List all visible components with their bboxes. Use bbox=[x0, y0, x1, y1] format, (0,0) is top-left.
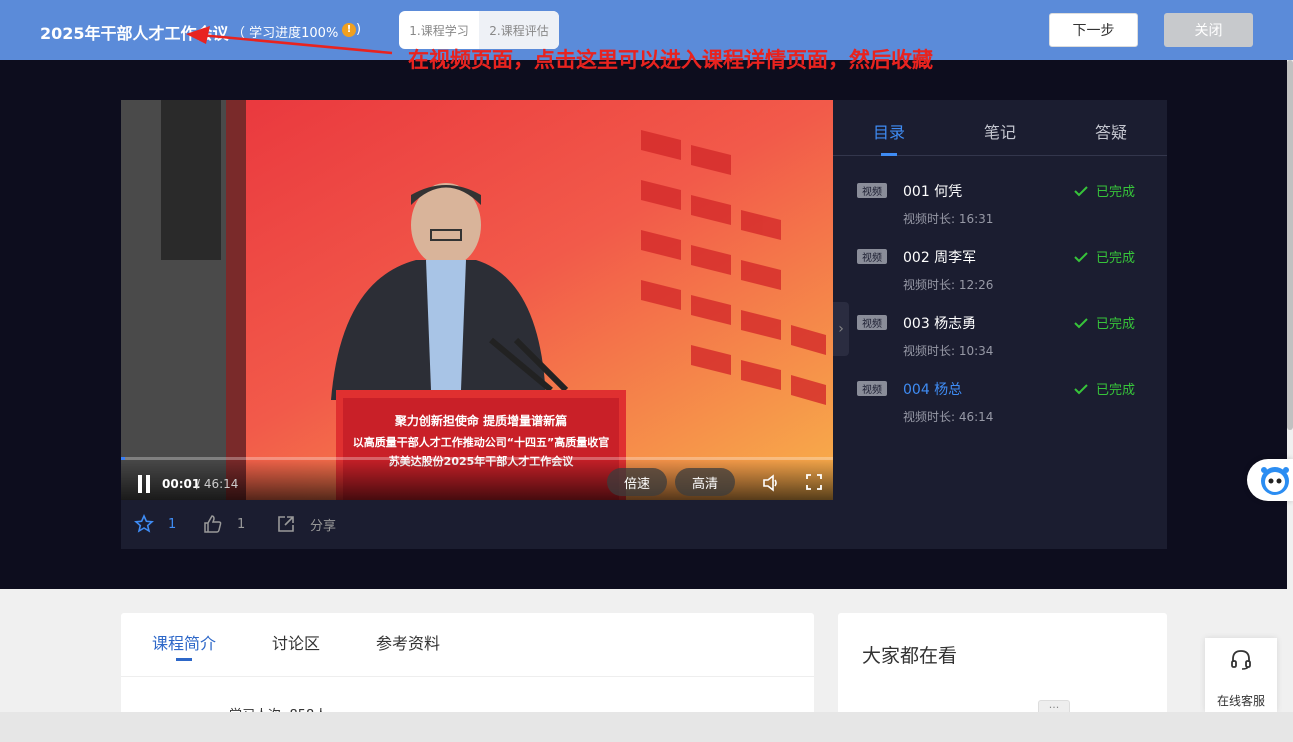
completed-status: 已完成 bbox=[1074, 247, 1135, 266]
course-title[interactable]: 2025年干部人才工作会议 bbox=[40, 20, 229, 44]
volume-icon[interactable] bbox=[761, 473, 781, 493]
favorite-count: 1 bbox=[168, 516, 177, 532]
robot-icon bbox=[1261, 467, 1289, 495]
video-frame-image: 聚力创新担使命 提质增量谱新篇 以高质量干部人才工作推动公司“十四五”高质量收官… bbox=[121, 100, 833, 500]
current-time: 00:01 bbox=[162, 477, 201, 491]
headset-icon bbox=[1231, 650, 1251, 670]
online-service-button[interactable]: 在线客服 bbox=[1205, 638, 1277, 712]
playlist-item-duration: 视频时长: 12:26 bbox=[903, 278, 994, 292]
completed-label: 已完成 bbox=[1096, 185, 1136, 200]
tab-references[interactable]: 参考资料 bbox=[376, 630, 440, 654]
video-player[interactable]: 聚力创新担使命 提质增量谱新篇 以高质量干部人才工作推动公司“十四五”高质量收官… bbox=[121, 100, 833, 500]
bottom-scrollbar[interactable] bbox=[0, 712, 1293, 742]
like-count: 1 bbox=[237, 516, 246, 532]
tab-course-intro[interactable]: 课程简介 bbox=[152, 630, 216, 654]
completed-status: 已完成 bbox=[1074, 313, 1135, 332]
playlist-item-title[interactable]: 003 杨志勇 bbox=[903, 313, 976, 333]
collapse-panel-button[interactable]: › bbox=[833, 302, 849, 356]
share-icon bbox=[278, 516, 294, 532]
video-badge: 视频 bbox=[857, 249, 887, 264]
check-icon bbox=[1074, 185, 1088, 196]
video-progress-fill[interactable] bbox=[121, 457, 125, 460]
progress-text-end: ) bbox=[356, 22, 362, 37]
share-label: 分享 bbox=[310, 518, 337, 534]
popular-title: 大家都在看 bbox=[862, 645, 958, 667]
pause-icon[interactable] bbox=[137, 475, 151, 493]
playlist-item-title[interactable]: 002 周李军 bbox=[903, 247, 976, 267]
playlist-panel: 目录 笔记 答疑 视频 001 何凭 已完成 视频时长: 16:31 视频 00… bbox=[833, 100, 1167, 549]
page-scrollbar-thumb[interactable] bbox=[1287, 60, 1293, 430]
playlist-item-current[interactable]: 视频 004 杨总 已完成 视频时长: 46:14 bbox=[833, 371, 1167, 431]
playlist-item-duration: 视频时长: 10:34 bbox=[903, 344, 994, 358]
tab-qa[interactable]: 答疑 bbox=[1095, 119, 1127, 143]
video-badge: 视频 bbox=[857, 315, 887, 330]
online-service-label: 在线客服 bbox=[1216, 694, 1265, 708]
chevron-right-icon: › bbox=[838, 321, 844, 337]
annotation-text: 在视频页面，点击这里可以进入课程详情页面，然后收藏 bbox=[408, 48, 933, 72]
info-warning-icon[interactable]: ! bbox=[342, 23, 356, 37]
video-progress-track[interactable] bbox=[121, 457, 833, 460]
video-badge: 视频 bbox=[857, 381, 887, 396]
next-step-button[interactable]: 下一步 bbox=[1049, 13, 1138, 47]
playlist-item[interactable]: 视频 001 何凭 已完成 视频时长: 16:31 bbox=[833, 173, 1167, 233]
check-icon bbox=[1074, 383, 1088, 394]
playlist-item[interactable]: 视频 002 周李军 已完成 视频时长: 12:26 bbox=[833, 239, 1167, 299]
playlist-tabs: 目录 笔记 答疑 bbox=[833, 100, 1167, 156]
tab-underline bbox=[881, 153, 897, 156]
completed-label: 已完成 bbox=[1096, 383, 1136, 398]
fullscreen-icon[interactable] bbox=[805, 473, 823, 491]
total-duration: / 46:14 bbox=[196, 477, 239, 491]
quality-button[interactable]: 高清 bbox=[675, 468, 735, 496]
playlist-item-title[interactable]: 001 何凭 bbox=[903, 181, 962, 201]
tab-underline bbox=[176, 658, 192, 661]
completed-status: 已完成 bbox=[1074, 379, 1135, 398]
playlist-item-duration: 视频时长: 16:31 bbox=[903, 212, 994, 226]
progress-text: （ 学习进度100% bbox=[232, 26, 339, 41]
podium-banner-line-2: 以高质量干部人才工作推动公司“十四五”高质量收官 bbox=[353, 435, 609, 449]
video-badge: 视频 bbox=[857, 183, 887, 198]
video-action-bar: 1 1 分享 bbox=[121, 500, 833, 549]
speed-button[interactable]: 倍速 bbox=[607, 468, 667, 496]
thumbs-up-icon bbox=[204, 515, 222, 533]
like-button[interactable]: 1 bbox=[203, 514, 245, 534]
tab-discussion[interactable]: 讨论区 bbox=[272, 630, 320, 654]
tab-catalog[interactable]: 目录 bbox=[873, 119, 905, 143]
playlist-item-duration: 视频时长: 46:14 bbox=[903, 410, 994, 424]
favorite-button[interactable]: 1 bbox=[134, 514, 176, 534]
assistant-bot-button[interactable] bbox=[1247, 459, 1293, 501]
star-icon bbox=[134, 514, 154, 533]
popular-card: 大家都在看 ··· bbox=[838, 613, 1167, 723]
completed-label: 已完成 bbox=[1096, 251, 1136, 266]
podium-banner-line-1: 聚力创新担使命 提质增量谱新篇 bbox=[394, 413, 567, 428]
course-info-card: 课程简介 讨论区 参考资料 学习人次: 858人 bbox=[121, 613, 814, 723]
check-icon bbox=[1074, 317, 1088, 328]
course-info-tabs: 课程简介 讨论区 参考资料 bbox=[121, 613, 814, 677]
playlist-item[interactable]: 视频 003 杨志勇 已完成 视频时长: 10:34 bbox=[833, 305, 1167, 365]
check-icon bbox=[1074, 251, 1088, 262]
playlist-item-title[interactable]: 004 杨总 bbox=[903, 379, 962, 399]
share-button[interactable]: 分享 bbox=[276, 514, 336, 534]
completed-label: 已完成 bbox=[1096, 317, 1136, 332]
close-button[interactable]: 关闭 bbox=[1164, 13, 1253, 47]
completed-status: 已完成 bbox=[1074, 181, 1135, 200]
tab-notes[interactable]: 笔记 bbox=[984, 119, 1016, 143]
